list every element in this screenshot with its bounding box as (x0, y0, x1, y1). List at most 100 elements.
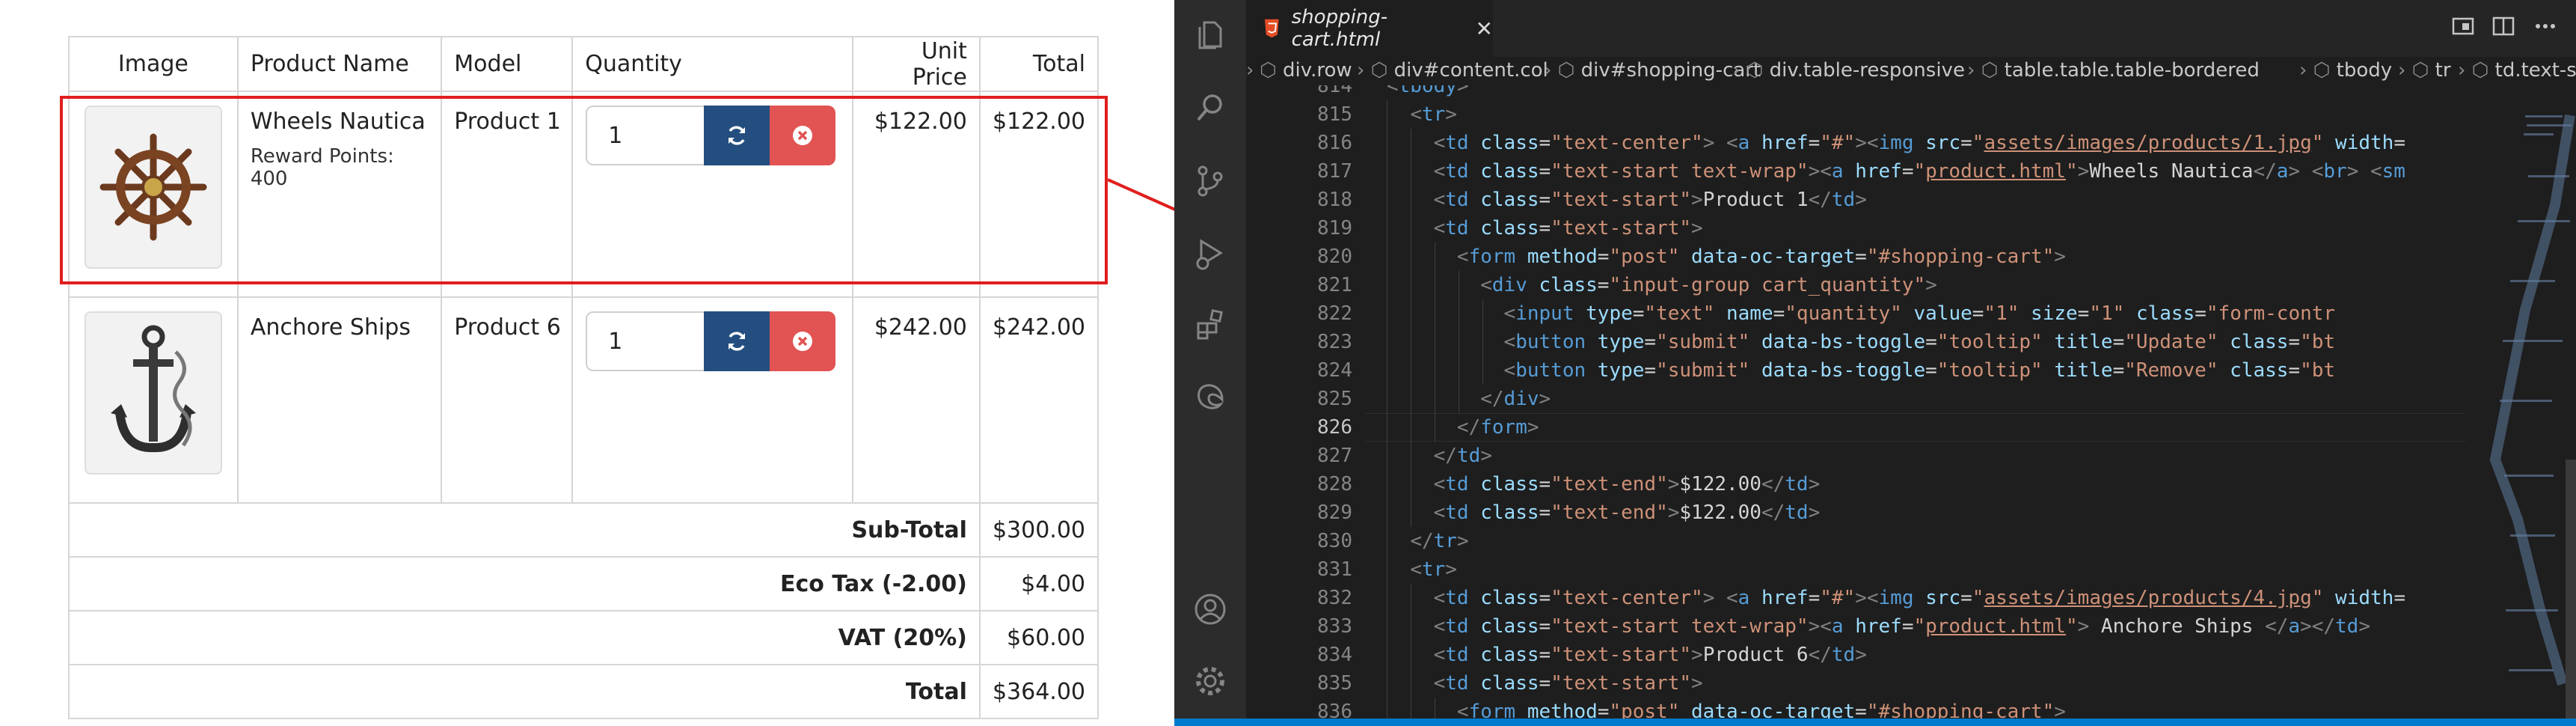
line-number: 824 (1317, 359, 1352, 382)
total-cell: $242.00 (978, 296, 1100, 504)
code-text: <form method="post" data-oc-target="#sho… (1456, 245, 2066, 268)
col-header-model: Model (441, 36, 574, 92)
line-number: 833 (1317, 615, 1352, 638)
extensions-icon[interactable] (1192, 307, 1228, 343)
search-icon[interactable] (1192, 90, 1228, 126)
code-line[interactable]: 820 <form method="post" data-oc-target="… (1246, 242, 2473, 271)
breadcrumb-item[interactable]: › ⬡ div.table-responsive (1732, 59, 1965, 82)
code-line[interactable]: 825 </div> (1246, 385, 2473, 413)
breadcrumb-item[interactable]: › ⬡ div#shopping-cart (1544, 59, 1761, 82)
line-number: 836 (1317, 701, 1352, 719)
remove-circle-icon (793, 332, 813, 351)
minimap-preview (2489, 114, 2576, 719)
product-thumbnail[interactable] (84, 311, 222, 475)
code-line[interactable]: 828 <td class="text-end">$122.00</td> (1246, 470, 2473, 498)
code-editor[interactable]: 814 <tbody> 815 <tr> 816 <td class="text-ce… (1246, 85, 2473, 719)
unit-price-cell: $242.00 (851, 296, 981, 504)
line-number: 817 (1317, 160, 1352, 183)
line-number: 823 (1317, 331, 1352, 353)
close-icon[interactable]: ✕ (1476, 16, 1493, 41)
code-text: <td class="text-start"> (1433, 217, 1703, 240)
model-cell: Product 6 (441, 296, 574, 504)
code-line[interactable]: 831 <tr> (1246, 555, 2473, 584)
product-name-cell: Anchore Ships (236, 296, 443, 504)
breadcrumb-item[interactable]: › ⬡ tr (2398, 59, 2451, 82)
code-line[interactable]: 835 <td class="text-start"> (1246, 669, 2473, 698)
code-text: <td class="text-center"> <a href="#"><im… (1433, 587, 2405, 609)
breadcrumb-item[interactable]: › ⬡ div#content.col (1357, 59, 1548, 82)
quantity-cell: 1 (571, 296, 853, 504)
source-control-icon[interactable] (1192, 163, 1228, 199)
code-text: <td class="text-start">Product 6</td> (1433, 644, 1867, 666)
code-text: </form> (1456, 416, 1539, 439)
tab-title: shopping-cart.html (1291, 6, 1388, 51)
run-debug-icon[interactable] (1192, 235, 1228, 271)
code-line[interactable]: 815 <tr> (1246, 100, 2473, 129)
explorer-icon[interactable] (1192, 16, 1228, 52)
update-button[interactable] (704, 311, 770, 371)
remove-button[interactable] (770, 311, 836, 371)
grand-total-value: $364.00 (978, 664, 1100, 719)
code-line[interactable]: 823 <button type="submit" data-bs-toggle… (1246, 328, 2473, 356)
subtotal-label: Sub-Total (68, 502, 981, 558)
code-line[interactable]: 822 <input type="text" name="quantity" v… (1246, 299, 2473, 328)
highlight-box (60, 96, 1108, 284)
code-text: <button type="submit" data-bs-toggle="to… (1503, 331, 2336, 353)
split-editor-icon[interactable] (2491, 13, 2516, 39)
settings-gear-icon[interactable] (1192, 663, 1228, 699)
indent-guide (1482, 328, 1484, 356)
shopping-cart-panel: Image Product Name Model Quantity Unit P… (0, 0, 1174, 726)
code-text: <td class="text-start text-wrap"><a href… (1433, 615, 2370, 638)
code-line[interactable]: 816 <td class="text-center"> <a href="#"… (1246, 129, 2473, 157)
eco-tax-label: Eco Tax (-2.00) (68, 556, 981, 611)
code-line[interactable]: 824 <button type="submit" data-bs-toggle… (1246, 356, 2473, 385)
quantity-input[interactable]: 1 (586, 311, 705, 371)
quantity-input-group: 1 (586, 311, 850, 371)
line-number: 830 (1317, 530, 1352, 552)
line-number: 825 (1317, 388, 1352, 410)
cart-header-row: Image Product Name Model Quantity Unit P… (68, 36, 1100, 92)
code-text: <tbody> (1387, 85, 1469, 97)
account-icon[interactable] (1192, 591, 1228, 627)
html5-icon (1264, 19, 1279, 38)
code-line[interactable]: 832 <td class="text-center"> <a href="#"… (1246, 584, 2473, 612)
code-text: <td class="text-start text-wrap"><a href… (1433, 160, 2405, 183)
minimap[interactable] (2473, 85, 2576, 719)
code-line[interactable]: 814 <tbody> (1246, 85, 2473, 100)
line-number: 831 (1317, 558, 1352, 581)
col-header-quantity: Quantity (571, 36, 853, 92)
code-line[interactable]: 818 <td class="text-start">Product 1</td… (1246, 186, 2473, 214)
line-number: 826 (1317, 416, 1352, 439)
breadcrumb-item[interactable]: › ⬡ tbody (2299, 59, 2392, 82)
code-text: <tr> (1410, 103, 1457, 126)
code-line[interactable]: 817 <td class="text-start text-wrap"><a … (1246, 157, 2473, 186)
code-line[interactable]: 833 <td class="text-start text-wrap"><a … (1246, 612, 2473, 641)
code-line[interactable]: 829 <td class="text-end">$122.00</td> (1246, 498, 2473, 527)
line-number: 828 (1317, 473, 1352, 495)
product-image-cell (68, 296, 239, 504)
code-line[interactable]: 827 </td> (1246, 442, 2473, 470)
activity-bar (1174, 0, 1246, 719)
breadcrumb-item[interactable]: ⬡ div.row (1260, 59, 1352, 82)
code-text: <td class="text-start"> (1433, 672, 1703, 695)
line-number: 821 (1317, 274, 1352, 296)
code-line[interactable]: 834 <td class="text-start">Product 6</td… (1246, 641, 2473, 669)
edge-icon[interactable] (1192, 379, 1228, 415)
breadcrumb-item[interactable]: › ⬡ td.text-start (2458, 59, 2576, 82)
open-preview-icon[interactable] (2450, 13, 2476, 39)
code-text: <td class="text-center"> <a href="#"><im… (1433, 132, 2405, 154)
code-text: <tr> (1410, 558, 1457, 581)
code-text: <button type="submit" data-bs-toggle="to… (1503, 359, 2336, 382)
product-name-link[interactable]: Anchore Ships (251, 314, 433, 341)
editor-tab[interactable]: shopping-cart.html ✕ (1246, 0, 1493, 57)
code-line[interactable]: 821 <div class="input-group cart_quantit… (1246, 271, 2473, 299)
breadcrumb-item[interactable]: › ⬡ table.table.table-bordered (1967, 59, 2260, 82)
vat-row: VAT (20%) $60.00 (68, 610, 1100, 665)
code-line[interactable]: 836 <form method="post" data-oc-target="… (1246, 698, 2473, 719)
code-line[interactable]: 819 <td class="text-start"> (1246, 214, 2473, 242)
more-actions-icon[interactable] (2533, 13, 2558, 39)
line-number: 816 (1317, 132, 1352, 154)
code-line[interactable]: 830 </tr> (1246, 527, 2473, 555)
line-number: 814 (1317, 85, 1352, 97)
code-line[interactable]: 826 </form> (1246, 413, 2473, 442)
